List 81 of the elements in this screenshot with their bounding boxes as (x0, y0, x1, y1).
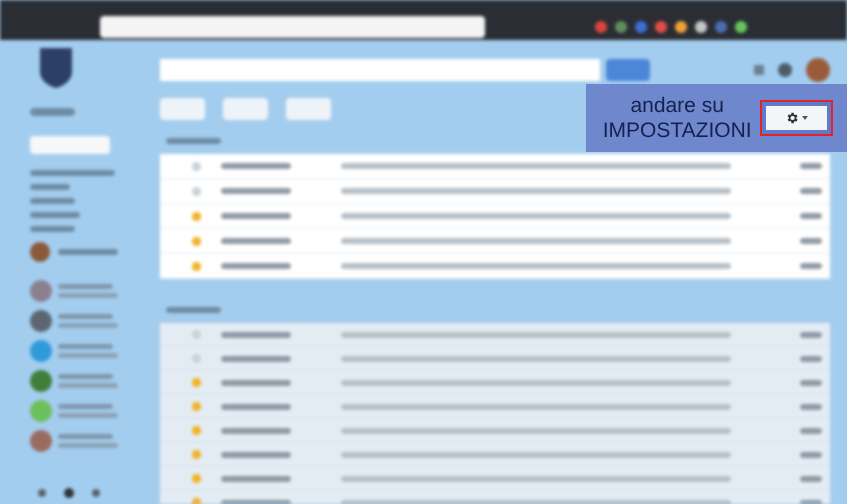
blurred-text (58, 323, 118, 328)
compose-button[interactable] (30, 136, 110, 154)
star-icon[interactable] (192, 330, 201, 339)
blurred-text (58, 353, 118, 358)
blurred-text (30, 184, 70, 190)
refresh-button[interactable] (223, 98, 268, 120)
blurred-text (58, 404, 113, 409)
blurred-text (221, 163, 291, 169)
star-icon[interactable] (192, 212, 201, 220)
blurred-text (30, 198, 75, 204)
blurred-text (221, 404, 291, 410)
blurred-text (30, 212, 80, 218)
blurred-text (800, 238, 822, 244)
blurred-text (800, 500, 822, 504)
blurred-text (800, 380, 822, 386)
select-button[interactable] (160, 98, 205, 120)
email-row[interactable] (160, 254, 830, 279)
address-bar[interactable] (100, 16, 485, 38)
blurred-text (800, 476, 822, 482)
settings-button[interactable] (760, 100, 833, 136)
contact-avatar[interactable] (30, 280, 52, 302)
star-icon[interactable] (192, 262, 201, 270)
search-button[interactable] (606, 59, 650, 81)
blurred-text (166, 307, 221, 313)
blurred-text (58, 293, 118, 298)
blurred-text (58, 383, 118, 388)
blurred-text (30, 108, 75, 116)
contact-avatar[interactable] (30, 310, 52, 332)
caret-icon (802, 116, 808, 120)
settings-icon (785, 111, 800, 125)
star-icon[interactable] (192, 162, 201, 170)
contact-avatar[interactable] (30, 430, 52, 452)
blurred-text (221, 188, 291, 194)
blurred-text (800, 332, 822, 338)
star-icon[interactable] (192, 426, 201, 435)
blurred-text (221, 263, 291, 269)
star-icon[interactable] (192, 236, 201, 246)
blurred-text (800, 356, 822, 362)
hangouts-icons-drawing (38, 488, 100, 498)
blurred-text (800, 263, 822, 269)
email-row[interactable] (160, 323, 830, 347)
blurred-text (800, 163, 822, 169)
blurred-text (221, 476, 291, 482)
star-icon[interactable] (192, 186, 201, 196)
more-button[interactable] (286, 98, 331, 120)
blurred-text (221, 380, 291, 386)
blurred-text (30, 226, 75, 232)
star-icon[interactable] (192, 354, 201, 363)
avatar[interactable] (806, 58, 830, 82)
blurred-text (58, 249, 118, 255)
contact-avatar[interactable] (30, 370, 52, 392)
contact-avatar[interactable] (30, 340, 52, 362)
blurred-text (800, 188, 822, 194)
blurred-text (221, 428, 291, 434)
blurred-text (221, 356, 291, 362)
blurred-text (58, 434, 113, 439)
blurred-text (800, 428, 822, 434)
blurred-text (800, 213, 822, 219)
blurred-text (800, 404, 822, 410)
star-icon[interactable] (192, 402, 201, 411)
blurred-text (221, 452, 291, 458)
avatar[interactable] (30, 242, 50, 262)
blurred-text (221, 238, 291, 244)
blurred-text (221, 213, 291, 219)
search-field[interactable] (160, 59, 600, 81)
blurred-text (58, 443, 118, 448)
blurred-text (58, 284, 113, 289)
blurred-text (58, 344, 113, 349)
star-icon[interactable] (192, 378, 201, 387)
blurred-text (58, 413, 118, 418)
star-icon[interactable] (192, 450, 201, 459)
blurred-text (166, 138, 221, 144)
shield-logo-icon (38, 46, 74, 90)
star-icon[interactable] (192, 474, 201, 483)
blurred-text (221, 332, 291, 338)
blurred-text (800, 452, 822, 458)
blurred-text (58, 374, 113, 379)
email-row[interactable] (160, 154, 830, 179)
blurred-text (221, 500, 291, 504)
blurred-text (58, 314, 113, 319)
annotation-text: andare su IMPOSTAZIONI (602, 93, 753, 143)
